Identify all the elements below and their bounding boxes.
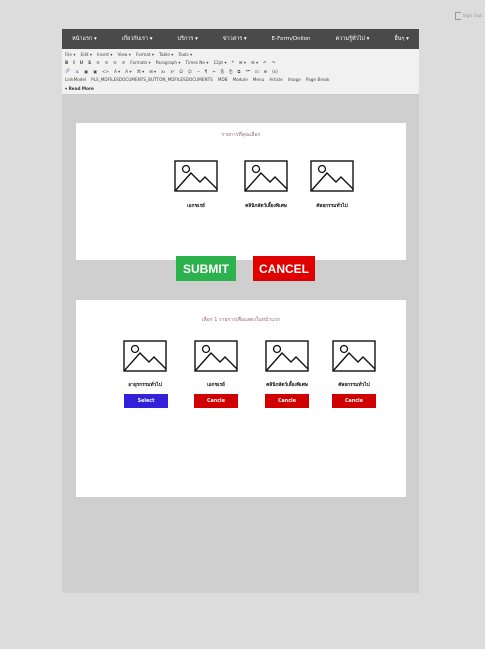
nav-item-services[interactable]: บริการ ▾ [178,35,198,43]
image-placeholder-icon [123,340,167,372]
format-tool-button[interactable]: ≡ [122,60,126,65]
format-tool-button[interactable]: 🔗 [65,68,70,74]
image-placeholder-icon [265,340,309,372]
nav-item-knowledge[interactable]: ความรู้ทั่วไป ▾ [336,35,370,43]
format-tool-button[interactable]: ▣ [84,69,88,74]
format-tool-button[interactable]: ✂ [212,69,216,74]
format-tool-button[interactable]: ❝ [232,60,234,65]
format-tool-button[interactable]: B [65,60,68,65]
read-more-row: ▾ Read More [65,84,416,93]
image-placeholder-icon [174,160,218,192]
editor-menu-item[interactable]: Edit ▾ [80,52,92,57]
image-placeholder-icon [244,160,288,192]
format-tool-button[interactable]: A ▾ [114,69,120,74]
format-tool-button[interactable]: Paragraph ▾ [156,60,181,65]
plugin-toolbar: LinkModel PLS_MDFILESDOCUMENTS_BUTTON_MDF… [65,76,416,85]
format-tool-button[interactable]: ❝❞ [246,69,251,74]
format-tool-button[interactable]: Times Ne ▾ [186,60,209,65]
select-button[interactable]: Select [124,394,168,408]
format-tool-button[interactable]: ☺ [188,69,192,74]
plugin-button[interactable]: Article [269,77,282,82]
selected-item-label: ศัลยกรรมทั่วไป [316,204,348,209]
format-tool-button[interactable]: ⊕ [264,69,268,74]
plugin-button[interactable]: Menu [253,77,265,82]
format-tool-button[interactable]: (x) [272,69,278,74]
format-tool-button[interactable]: x₂ [161,69,165,74]
format-tool-button[interactable]: ¶ [205,69,208,74]
image-placeholder-icon [332,340,376,372]
selected-item-label: คลินิกสัตว์เลี้ยงพิเศษ [245,204,287,209]
image-placeholder-icon [194,340,238,372]
cancle-button[interactable]: Cancle [332,394,376,408]
format-tool-button[interactable]: ↶ [263,60,267,65]
site-nav: หน้าแรก ▾ เกี่ยวกับเรา ▾ บริการ ▾ ข่าวสา… [62,29,419,49]
format-tool-button[interactable]: ⚓ [75,69,79,74]
format-toolbar-2: 🔗 ⚓ ▣ ▣ <> A ▾ A ▾ ⌘ ▾ ⊞ ▾ x₂ x² Ω ☺ ─ ¶ ✂ ⎘ ⎗ ⧉ ❝❞ ⊡ ⊕ (x) [65,67,416,76]
editor-menu-item[interactable]: Tools ▾ [178,52,192,57]
format-tool-button[interactable]: ≡ [113,60,117,65]
plugin-button[interactable]: LinkModel [65,77,86,82]
cancle-button[interactable]: Cancle [265,394,309,408]
editor-menu-item[interactable]: File ▾ [65,52,75,57]
format-tool-button[interactable]: <> [102,69,109,74]
cancel-button[interactable]: CANCEL [253,256,315,281]
format-tool-button[interactable]: ↷ [272,60,276,65]
sign-out-link[interactable]: Sign Out [454,12,482,20]
editor-menu-item[interactable]: Insert ▾ [97,52,112,57]
plugin-button[interactable]: Image [288,77,301,82]
format-tool-button[interactable]: A ▾ [125,69,131,74]
format-tool-button[interactable]: 12pt ▾ [213,60,226,65]
read-more-label: Read More [68,85,94,91]
format-tool-button[interactable]: ≡ [105,60,109,65]
editor-menu-bar: File ▾ Edit ▾ Insert ▾ View ▾ Format ▾ Table … [65,50,416,59]
format-tool-button[interactable]: ▣ [93,69,97,74]
selected-item-label: เอกชเรย์ [187,204,205,209]
read-more-button[interactable]: ▾ Read More [65,86,94,91]
format-tool-button[interactable]: S [88,60,91,65]
option-label: ศัลยกรรมทั่วไป [338,383,370,388]
format-tool-button[interactable]: ≡ [96,60,100,65]
selected-items-card: รายการที่คุณเลือก เอกชเรย์ คลินิกสัตว์เล… [76,123,406,260]
editor-panel: หน้าแรก ▾ เกี่ยวกับเรา ▾ บริการ ▾ ข่าวสา… [62,29,419,593]
submit-button[interactable]: SUBMIT [176,256,236,281]
plugin-button[interactable]: Page Break [306,77,330,82]
image-placeholder-icon [310,160,354,192]
format-tool-button[interactable]: ─ [197,69,200,74]
format-tool-button[interactable]: ⎘ [221,69,224,74]
format-tool-button[interactable]: ⊡ [255,69,259,74]
nav-item-eform[interactable]: E-Form/Onlion [272,36,311,42]
format-tool-button[interactable]: U [80,60,83,65]
format-tool-button[interactable]: ☰ ▾ [251,60,258,65]
format-tool-button[interactable]: ⎗ [229,69,232,74]
format-tool-button[interactable]: ⌘ ▾ [137,69,145,74]
selected-items-title: รายการที่คุณเลือก [221,132,261,138]
homepage-selection-card: เลือก 1 รายการเพื่อแสดงในหน้าแรก อายุรกร… [76,300,406,497]
plugin-button[interactable]: MDB [218,77,228,82]
nav-item-home[interactable]: หน้าแรก ▾ [72,35,97,43]
cancle-button[interactable]: Cancle [194,394,238,408]
nav-item-about[interactable]: เกี่ยวกับเรา ▾ [122,35,153,43]
option-label: เอกชเรย์ [207,383,225,388]
option-label: คลินิกสัตว์เลี้ยงพิเศษ [266,383,308,388]
editor-menu-item[interactable]: View ▾ [117,52,130,57]
editor-menu-item[interactable]: Format ▾ [136,52,154,57]
format-toolbar-1: B I U S ≡ ≡ ≡ ≡ Formats ▾ Paragraph ▾ Times Ne ▾ 12… [65,59,416,68]
format-tool-button[interactable]: I [73,60,75,65]
option-label: อายุรกรรมทั่วไป [128,383,162,388]
format-tool-button[interactable]: x² [170,69,174,74]
plugin-button[interactable]: Module [233,77,248,82]
format-tool-button[interactable]: ☰ ▾ [239,60,246,65]
homepage-selection-title: เลือก 1 รายการเพื่อแสดงในหน้าแรก [201,317,281,323]
format-tool-button[interactable]: ⧉ [238,69,241,74]
sign-out-label: Sign Out [462,13,482,19]
format-tool-button[interactable]: ⊞ ▾ [149,69,156,74]
nav-item-news[interactable]: ข่าวสาร ▾ [223,35,247,43]
sign-out-icon [454,12,461,20]
nav-item-other[interactable]: อื่นๆ ▾ [394,35,409,43]
format-tool-button[interactable]: Ω [180,69,183,74]
plugin-button[interactable]: PLS_MDFILESDOCUMENTS_BUTTON_MDFILESDOCUM… [91,77,213,82]
editor-toolbar: File ▾ Edit ▾ Insert ▾ View ▾ Format ▾ Table … [62,49,419,95]
editor-menu-item[interactable]: Table ▾ [159,52,173,57]
format-tool-button[interactable]: Formats ▾ [130,60,150,65]
